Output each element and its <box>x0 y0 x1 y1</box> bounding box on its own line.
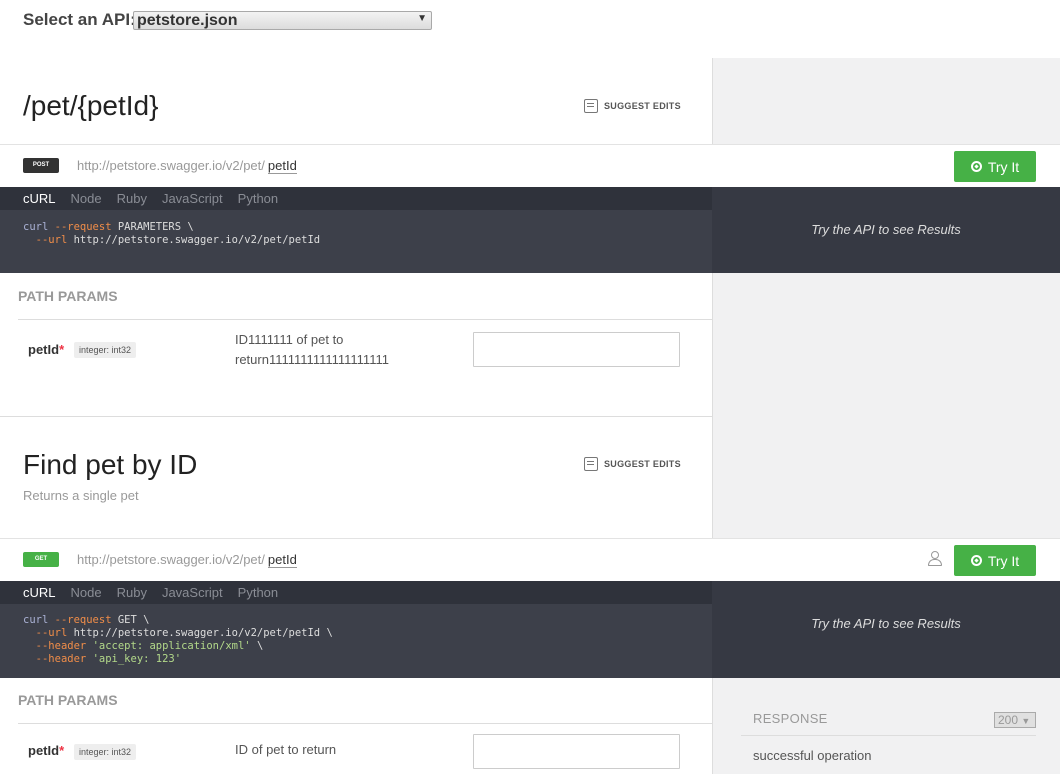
results-panel: Try the API to see Results <box>712 187 1060 273</box>
try-it-label: Try It <box>987 552 1020 569</box>
pencil-edit-icon <box>584 99 598 113</box>
pencil-edit-icon <box>584 457 598 471</box>
params-divider <box>18 723 712 724</box>
response-divider <box>741 735 1036 736</box>
params-divider <box>18 319 712 320</box>
endpoint-title: Find pet by ID <box>23 449 198 480</box>
try-it-label: Try It <box>987 158 1020 175</box>
tab-javascript[interactable]: JavaScript <box>162 581 223 604</box>
path-params-title: PATH PARAMS <box>18 288 118 304</box>
api-select-value: petstore.json <box>137 12 238 29</box>
suggest-edits-link[interactable]: SUGGEST EDITS <box>584 457 681 471</box>
tab-python[interactable]: Python <box>238 581 278 604</box>
url-base: http://petstore.swagger.io/v2/pet/ <box>77 552 265 567</box>
results-placeholder: Try the API to see Results <box>811 616 961 631</box>
section-divider <box>0 416 712 417</box>
param-type-badge: integer: int32 <box>74 744 137 760</box>
code-sample-panel: cURL Node Ruby JavaScript Python curl --… <box>0 581 1060 678</box>
tab-ruby[interactable]: Ruby <box>117 187 147 210</box>
url-param-petid[interactable]: petId <box>267 552 297 568</box>
tab-node[interactable]: Node <box>71 187 102 210</box>
endpoint-url-bar: GET http://petstore.swagger.io/v2/pet/pe… <box>0 538 1060 581</box>
suggest-edits-label: SUGGEST EDITS <box>604 459 681 469</box>
try-it-button[interactable]: Try It <box>954 151 1036 182</box>
response-description: successful operation <box>753 748 872 763</box>
endpoint-url-bar: POST http://petstore.swagger.io/v2/pet/p… <box>0 144 1060 187</box>
endpoint-description: Returns a single pet <box>23 488 139 503</box>
url-base: http://petstore.swagger.io/v2/pet/ <box>77 158 265 173</box>
param-name: petId* <box>28 743 65 758</box>
param-type-badge: integer: int32 <box>74 342 137 358</box>
endpoint-url: http://petstore.swagger.io/v2/pet/petId <box>77 158 297 174</box>
path-params-title: PATH PARAMS <box>18 692 118 708</box>
response-code-select[interactable]: 200 ▼ <box>994 712 1036 728</box>
api-selector-bar: Select an API: petstore.json ▼ <box>0 0 1060 58</box>
tab-javascript[interactable]: JavaScript <box>162 187 223 210</box>
suggest-edits-label: SUGGEST EDITS <box>604 101 681 111</box>
curl-code: curl --request PARAMETERS \ --url http:/… <box>23 221 321 246</box>
tab-node[interactable]: Node <box>71 581 102 604</box>
param-name: petId* <box>28 342 65 357</box>
method-badge-post: POST <box>23 158 59 173</box>
api-select-label: Select an API: <box>23 10 136 29</box>
compass-icon <box>970 555 982 566</box>
url-param-petid[interactable]: petId <box>267 158 297 174</box>
compass-icon <box>970 161 982 172</box>
endpoint-title: /pet/{petId} <box>23 90 159 121</box>
endpoint-url: http://petstore.swagger.io/v2/pet/petId <box>77 552 297 568</box>
method-badge-get: GET <box>23 552 59 567</box>
user-icon[interactable] <box>928 551 942 567</box>
chevron-down-icon: ▼ <box>417 13 427 24</box>
try-it-button[interactable]: Try It <box>954 545 1036 576</box>
api-select-dropdown[interactable]: petstore.json ▼ <box>133 11 432 30</box>
response-label: RESPONSE <box>753 711 828 726</box>
param-description: ID of pet to return <box>235 742 337 757</box>
code-language-tabs: cURL Node Ruby JavaScript Python <box>0 581 712 604</box>
curl-code: curl --request GET \ --url http://petsto… <box>23 614 333 665</box>
results-panel: Try the API to see Results <box>712 581 1060 678</box>
tab-ruby[interactable]: Ruby <box>117 581 147 604</box>
chevron-down-icon: ▼ <box>1021 716 1031 726</box>
results-placeholder: Try the API to see Results <box>811 222 961 237</box>
code-sample-panel: cURL Node Ruby JavaScript Python curl --… <box>0 187 1060 273</box>
tab-curl[interactable]: cURL <box>23 581 56 604</box>
param-description: ID1111111 of pet to return11111111111111… <box>235 332 389 367</box>
petid-input[interactable] <box>473 734 680 769</box>
tab-python[interactable]: Python <box>238 187 278 210</box>
tab-curl[interactable]: cURL <box>23 187 56 210</box>
suggest-edits-link[interactable]: SUGGEST EDITS <box>584 99 681 113</box>
petid-input[interactable] <box>473 332 680 367</box>
code-language-tabs: cURL Node Ruby JavaScript Python <box>0 187 712 210</box>
